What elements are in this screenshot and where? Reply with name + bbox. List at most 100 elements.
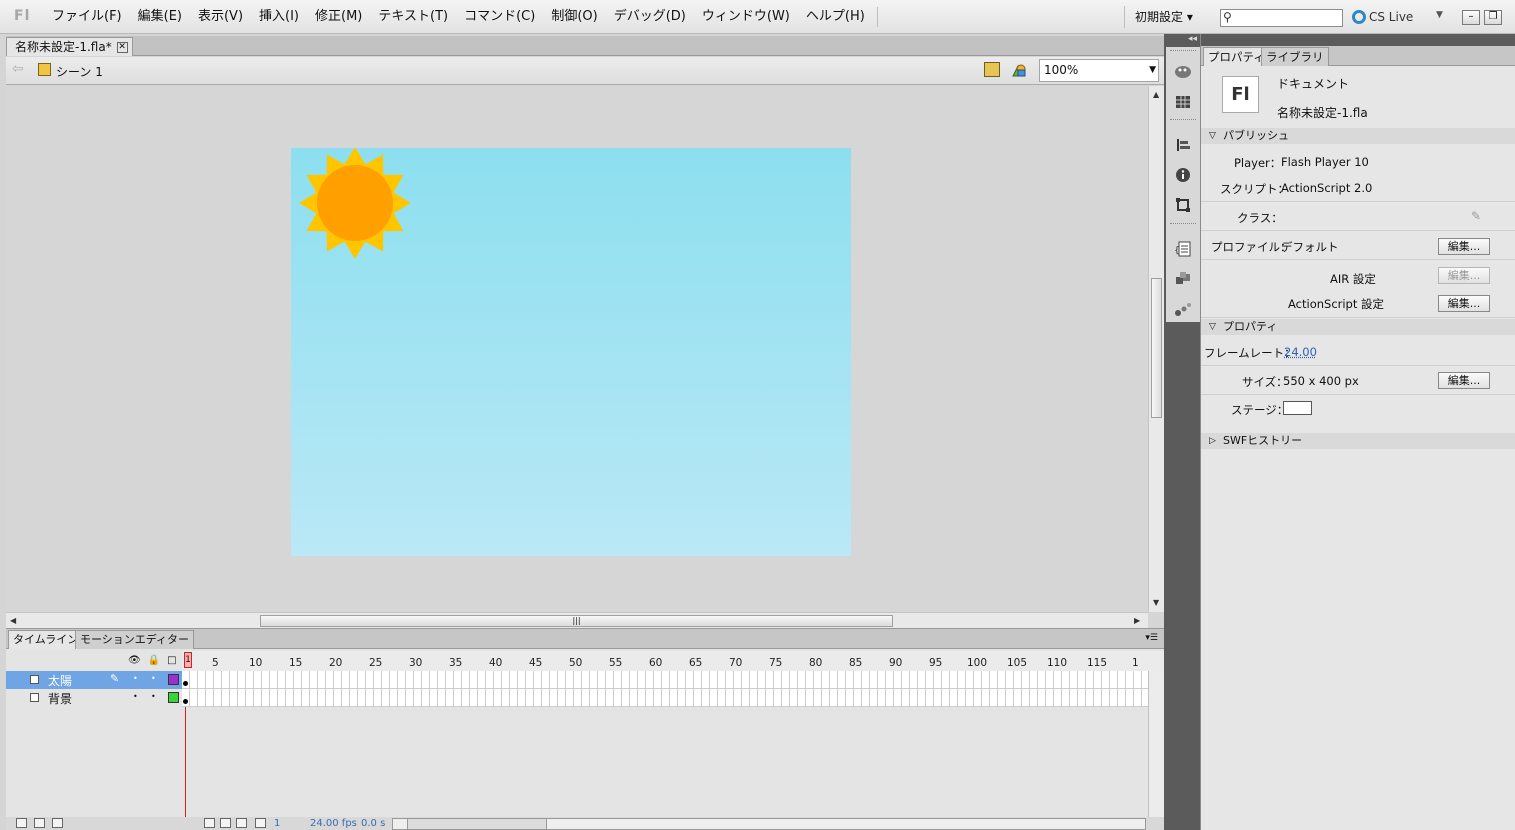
keyframe[interactable] <box>183 699 188 704</box>
close-icon[interactable]: ✕ <box>117 42 128 53</box>
visibility-dot[interactable]: • <box>133 674 138 683</box>
scroll-up-icon[interactable]: ▲ <box>1153 90 1159 99</box>
info-icon[interactable] <box>1174 167 1192 183</box>
grip-handle[interactable] <box>1170 119 1196 121</box>
menu-insert[interactable]: 挿入(I) <box>251 6 307 28</box>
collapse-icon[interactable]: ◂◂ <box>1188 34 1197 44</box>
ruler-tick-label: 65 <box>689 657 702 669</box>
edit-size-button[interactable]: 編集... <box>1438 372 1490 389</box>
frame-row-background[interactable] <box>182 689 1148 707</box>
swatches-icon[interactable] <box>1174 94 1192 110</box>
document-tab[interactable]: 名称未設定-1.fla* ✕ <box>6 37 133 56</box>
lock-icon[interactable]: 🔒 <box>148 655 160 666</box>
lock-dot[interactable]: • <box>151 674 156 683</box>
tab-library[interactable]: ライブラリ <box>1261 47 1329 66</box>
grip-handle[interactable] <box>1170 50 1196 52</box>
frame-row-sun[interactable] <box>182 671 1148 689</box>
menu-list: ファイル(F) 編集(E) 表示(V) 挿入(I) 修正(M) テキスト(T) … <box>44 0 878 34</box>
lock-dot[interactable]: • <box>151 692 156 701</box>
section-publish[interactable]: ▽ パブリッシュ <box>1201 128 1515 144</box>
sun-graphic[interactable] <box>297 148 413 260</box>
layer-color-swatch[interactable] <box>168 692 179 703</box>
search-input[interactable] <box>1237 11 1341 25</box>
vertical-scroll-thumb[interactable] <box>1151 278 1162 418</box>
grip-handle[interactable] <box>1170 223 1196 225</box>
eye-icon[interactable]: 👁 <box>128 655 141 666</box>
scene-icon <box>38 63 51 76</box>
back-arrow-icon[interactable]: ⇦ <box>12 61 24 77</box>
motion-presets-icon[interactable] <box>1174 301 1192 317</box>
restore-icon[interactable]: ❐ <box>1484 10 1502 25</box>
frame-rate[interactable]: 24.00 fps <box>310 818 357 829</box>
menu-modify[interactable]: 修正(M) <box>307 6 370 28</box>
edit-air-button[interactable]: 編集... <box>1438 267 1490 284</box>
new-layer-icon[interactable] <box>16 818 27 828</box>
tab-timeline[interactable]: タイムライン <box>8 630 83 649</box>
menu-control[interactable]: 制御(O) <box>543 6 605 28</box>
cs-live-dropdown-icon[interactable]: ▼ <box>1436 10 1443 20</box>
stage-color-swatch[interactable] <box>1283 401 1312 415</box>
timeline-scroll-thumb[interactable] <box>407 819 547 829</box>
pasteboard[interactable] <box>6 86 1148 612</box>
transform-icon[interactable] <box>1174 197 1192 213</box>
onion-outline-icon[interactable] <box>236 818 247 828</box>
scroll-left-icon[interactable]: ◀ <box>10 616 16 625</box>
layer-row-sun[interactable]: 太陽 ✎ • • <box>6 671 182 689</box>
center-frame-icon[interactable] <box>204 818 215 828</box>
section-properties[interactable]: ▽ プロパティ <box>1201 319 1515 335</box>
menu-text[interactable]: テキスト(T) <box>370 6 456 28</box>
edit-actionscript-button[interactable]: 編集... <box>1438 295 1490 312</box>
trash-icon[interactable] <box>52 818 63 828</box>
tab-motion-editor[interactable]: モーションエディター <box>75 630 194 649</box>
edit-scene-icon[interactable] <box>984 62 1000 77</box>
ruler-tick-label: 80 <box>809 657 822 669</box>
workspace-switcher[interactable]: 初期設定 ▾ <box>1124 6 1193 28</box>
layer-row-background[interactable]: 背景 • • <box>6 689 182 707</box>
pencil-icon[interactable]: ✎ <box>1471 209 1481 223</box>
keyframe[interactable] <box>183 681 188 686</box>
components-icon[interactable] <box>1174 271 1192 287</box>
search-box[interactable]: ⚲ <box>1220 9 1343 27</box>
menu-debug[interactable]: デバッグ(D) <box>606 6 694 28</box>
align-icon[interactable] <box>1174 137 1192 153</box>
menu-window[interactable]: ウィンドウ(W) <box>694 6 798 28</box>
edit-multiple-frames-icon[interactable] <box>255 818 266 828</box>
ruler-tick-label: 1 <box>1132 657 1139 669</box>
menu-file[interactable]: ファイル(F) <box>44 6 130 28</box>
player-row: Player： Flash Player 10 <box>1201 150 1515 176</box>
tab-properties[interactable]: プロパティ <box>1203 47 1270 66</box>
stage-vertical-scrollbar[interactable]: ▲ ▼ <box>1148 86 1164 612</box>
color-palette-icon[interactable] <box>1174 64 1192 80</box>
scroll-right-icon[interactable]: ▶ <box>1134 616 1140 625</box>
stage[interactable] <box>291 148 851 556</box>
menu-edit[interactable]: 編集(E) <box>130 6 190 28</box>
stage-horizontal-scrollbar[interactable]: ◀ ||| ▶ <box>6 612 1148 628</box>
outline-icon[interactable]: □ <box>167 655 176 666</box>
actions-icon[interactable]: { <box>1174 241 1192 257</box>
timeline-footer: 1 24.00 fps 0.0 s <box>6 817 1164 830</box>
menu-commands[interactable]: コマンド(C) <box>456 6 543 28</box>
visibility-dot[interactable]: • <box>133 692 138 701</box>
layer-color-swatch[interactable] <box>168 674 179 685</box>
frame-ruler[interactable]: 1 5 10 15 20 25 30 35 40 45 50 55 60 65 70 75 80 85 90 95 1… <box>182 651 1164 671</box>
playhead-marker[interactable]: 1 <box>184 652 192 668</box>
scroll-down-icon[interactable]: ▼ <box>1153 598 1159 607</box>
menu-view[interactable]: 表示(V) <box>190 6 251 28</box>
cs-live-button[interactable]: CS Live <box>1352 10 1413 24</box>
ruler-tick-label: 85 <box>849 657 862 669</box>
panel-menu-icon[interactable]: ▾☰ <box>1145 633 1158 643</box>
zoom-select[interactable]: 100% ▼ <box>1039 59 1159 82</box>
minimize-icon[interactable]: – <box>1462 10 1480 25</box>
scene-label[interactable]: シーン 1 <box>56 63 103 80</box>
framerate-value[interactable]: 24.00 <box>1284 345 1317 359</box>
edit-symbol-icon[interactable] <box>1010 61 1030 78</box>
onion-skin-icon[interactable] <box>220 818 231 828</box>
horizontal-scroll-thumb[interactable]: ||| <box>260 615 893 627</box>
section-swf-history[interactable]: ▷ SWFヒストリー <box>1201 433 1515 449</box>
timeline-horizontal-scrollbar[interactable] <box>392 818 1146 830</box>
timeline-vertical-scrollbar[interactable] <box>1148 671 1164 817</box>
size-label: サイズ： <box>1242 374 1288 390</box>
new-folder-icon[interactable] <box>34 818 45 828</box>
menu-help[interactable]: ヘルプ(H) <box>798 6 873 28</box>
edit-profile-button[interactable]: 編集... <box>1438 238 1490 255</box>
